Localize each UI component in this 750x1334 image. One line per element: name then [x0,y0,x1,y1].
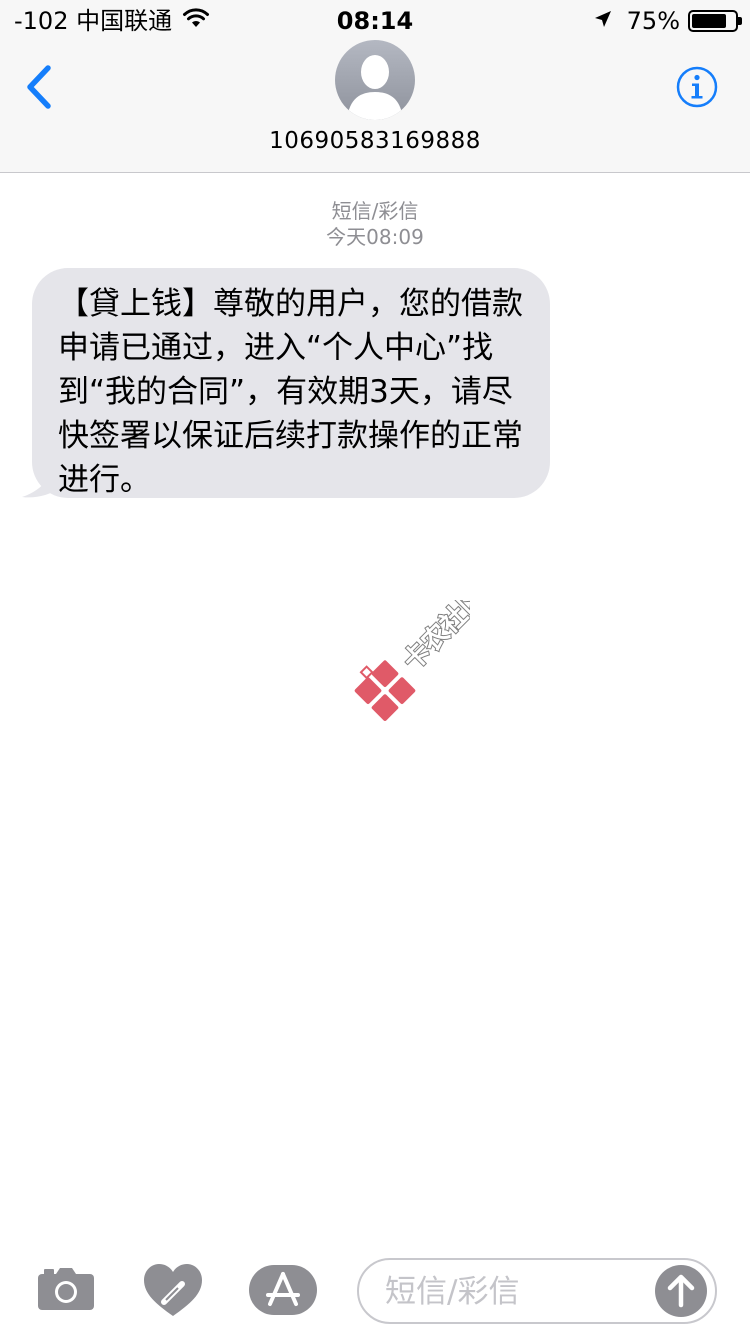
camera-icon [38,1268,94,1310]
person-silhouette-icon [347,55,403,120]
app-store-button[interactable] [248,1264,318,1316]
status-bar: -102 中国联通 08:14 75% [0,0,750,40]
app-store-icon [249,1265,317,1315]
battery-fill [692,14,726,28]
gift-logo-icon: 卡农社区 [354,580,493,721]
watermark-logo: 卡农社区 [300,580,493,770]
back-button[interactable] [20,64,60,110]
contact-name[interactable]: 10690583169888 [0,128,750,154]
message-timestamp: 今天08:09 [326,225,424,249]
conversation-header: 10690583169888 [0,40,750,173]
digital-touch-button[interactable] [142,1262,204,1318]
compose-bar: 短信/彩信 [0,1246,750,1334]
watermark-text: 卡农社区 [397,600,470,677]
digital-touch-heart-icon [144,1264,202,1316]
status-right: 75% [593,6,742,36]
message-input[interactable]: 短信/彩信 [357,1258,717,1324]
chevron-left-icon [27,65,51,109]
contact-avatar[interactable] [335,40,415,120]
message-input-placeholder: 短信/彩信 [385,1274,520,1310]
location-arrow-icon [593,6,613,36]
battery-icon [688,10,742,32]
send-button[interactable] [655,1265,707,1317]
info-button[interactable] [676,66,718,108]
messages-screen: -102 中国联通 08:14 75% 10690583169888 短信/彩信… [0,0,750,1334]
info-icon [676,66,718,108]
message-bubble[interactable]: 【貸上钱】尊敬的用户，您的借款申请已通过，进入“个人中心”找到“我的合同”，有效… [32,268,550,498]
send-arrow-icon [667,1274,695,1308]
battery-percent: 75% [626,7,680,35]
message-type-label: 短信/彩信 [331,199,419,223]
camera-button[interactable] [36,1264,96,1312]
message-bubble-container: 【貸上钱】尊敬的用户，您的借款申请已通过，进入“个人中心”找到“我的合同”，有效… [20,268,552,500]
